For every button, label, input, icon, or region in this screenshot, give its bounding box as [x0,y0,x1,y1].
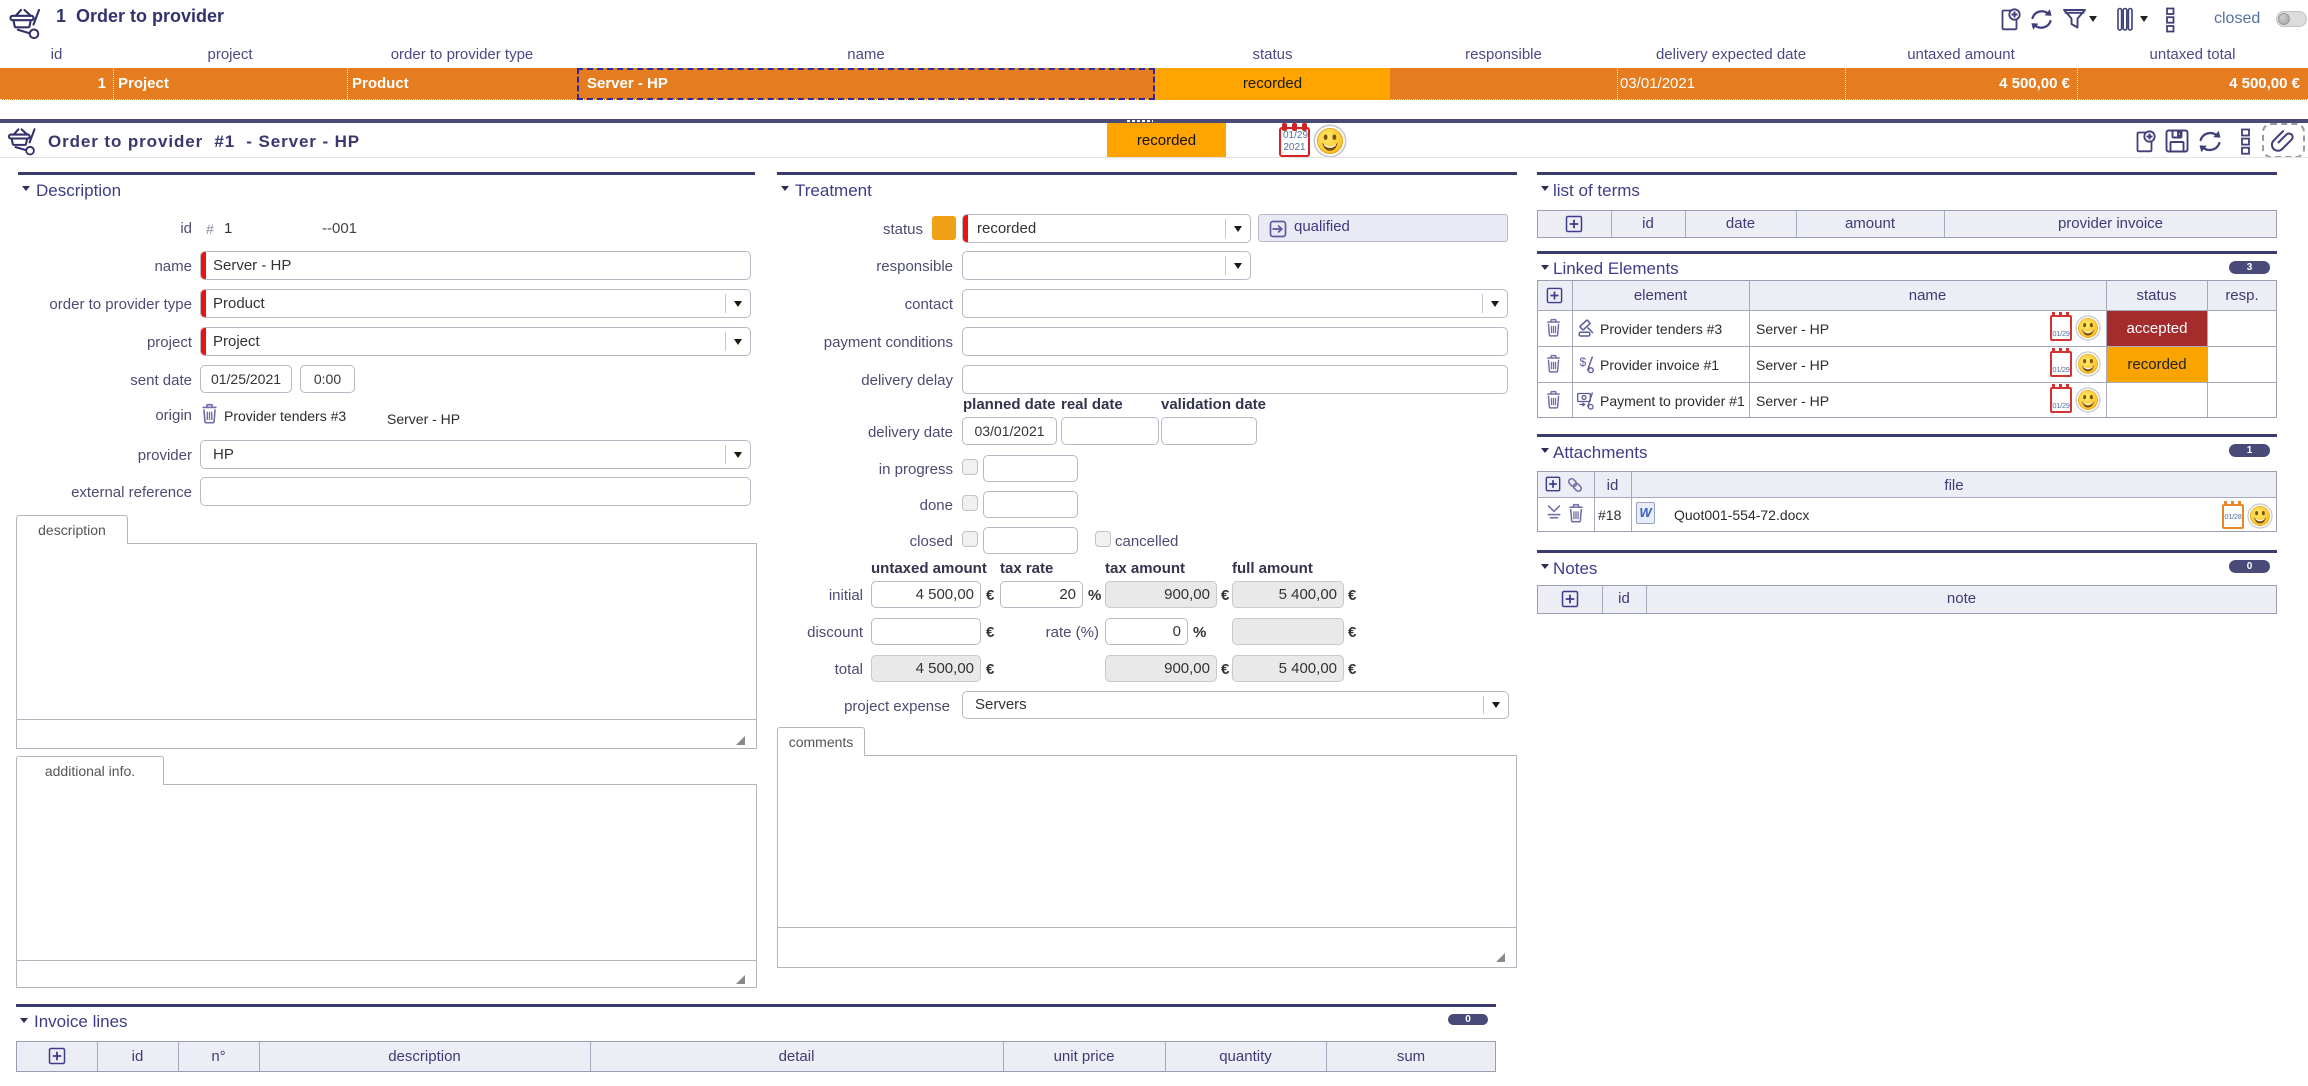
svg-text:$: $ [1580,355,1587,369]
